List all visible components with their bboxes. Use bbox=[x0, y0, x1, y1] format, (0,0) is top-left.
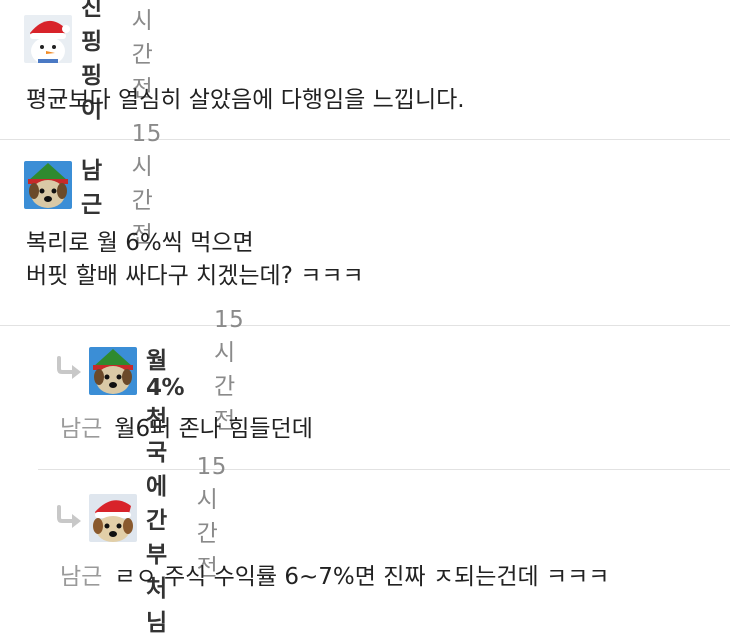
divider bbox=[0, 139, 730, 140]
avatar[interactable] bbox=[89, 347, 137, 395]
comment-author[interactable]: 월4% bbox=[146, 341, 185, 401]
reply-mention[interactable]: 남근 bbox=[60, 564, 102, 590]
divider bbox=[38, 469, 730, 470]
dog-santa-hat-icon bbox=[89, 494, 137, 542]
comment-body: 평균보다 열심히 살았음에 다행임을 느낍니다. bbox=[26, 84, 465, 117]
comment-header: 시진핑핑이 15 시간 전 bbox=[24, 0, 162, 123]
reply-arrow-icon bbox=[57, 356, 81, 379]
divider bbox=[0, 325, 730, 326]
comment-author[interactable]: 남근 bbox=[81, 151, 102, 219]
dog-elf-hat-icon bbox=[24, 161, 72, 209]
reply-arrow-icon bbox=[57, 505, 81, 528]
comment-header: 남근 15 시간 전 bbox=[24, 121, 162, 248]
comment-line: 복리로 월 6%씩 먹으면 bbox=[26, 230, 254, 256]
comment-line: ㄹㅇ 주식 수익률 6~7%면 진짜 ㅈ되는건데 ㅋㅋㅋ bbox=[114, 564, 610, 590]
avatar[interactable] bbox=[24, 15, 72, 63]
dog-elf-hat-icon bbox=[89, 347, 137, 395]
comment-body: 복리로 월 6%씩 먹으면 버핏 할배 싸다구 치겠는데? ㅋㅋㅋ bbox=[26, 227, 364, 293]
avatar[interactable] bbox=[89, 494, 137, 542]
avatar[interactable] bbox=[24, 161, 72, 209]
comment-author[interactable]: 천국에간부처님 bbox=[146, 399, 167, 637]
comment-line: 버핏 할배 싸다구 치겠는데? ㅋㅋㅋ bbox=[26, 263, 364, 289]
comment-line: 월6퍼 존나 힘들던데 bbox=[114, 416, 313, 442]
comment-line: 평균보다 열심히 살았음에 다행임을 느낍니다. bbox=[26, 87, 465, 113]
comment-body: 남근 월6퍼 존나 힘들던데 bbox=[60, 413, 313, 446]
comment-header: 천국에간부처님 15 시간 전 bbox=[89, 406, 227, 636]
snowman-santa-hat-icon bbox=[24, 15, 72, 63]
comment-header: 월4% 15 시간 전 bbox=[89, 307, 244, 434]
reply-mention[interactable]: 남근 bbox=[60, 416, 102, 442]
comment-body: 남근 ㄹㅇ 주식 수익률 6~7%면 진짜 ㅈ되는건데 ㅋㅋㅋ bbox=[60, 561, 609, 594]
